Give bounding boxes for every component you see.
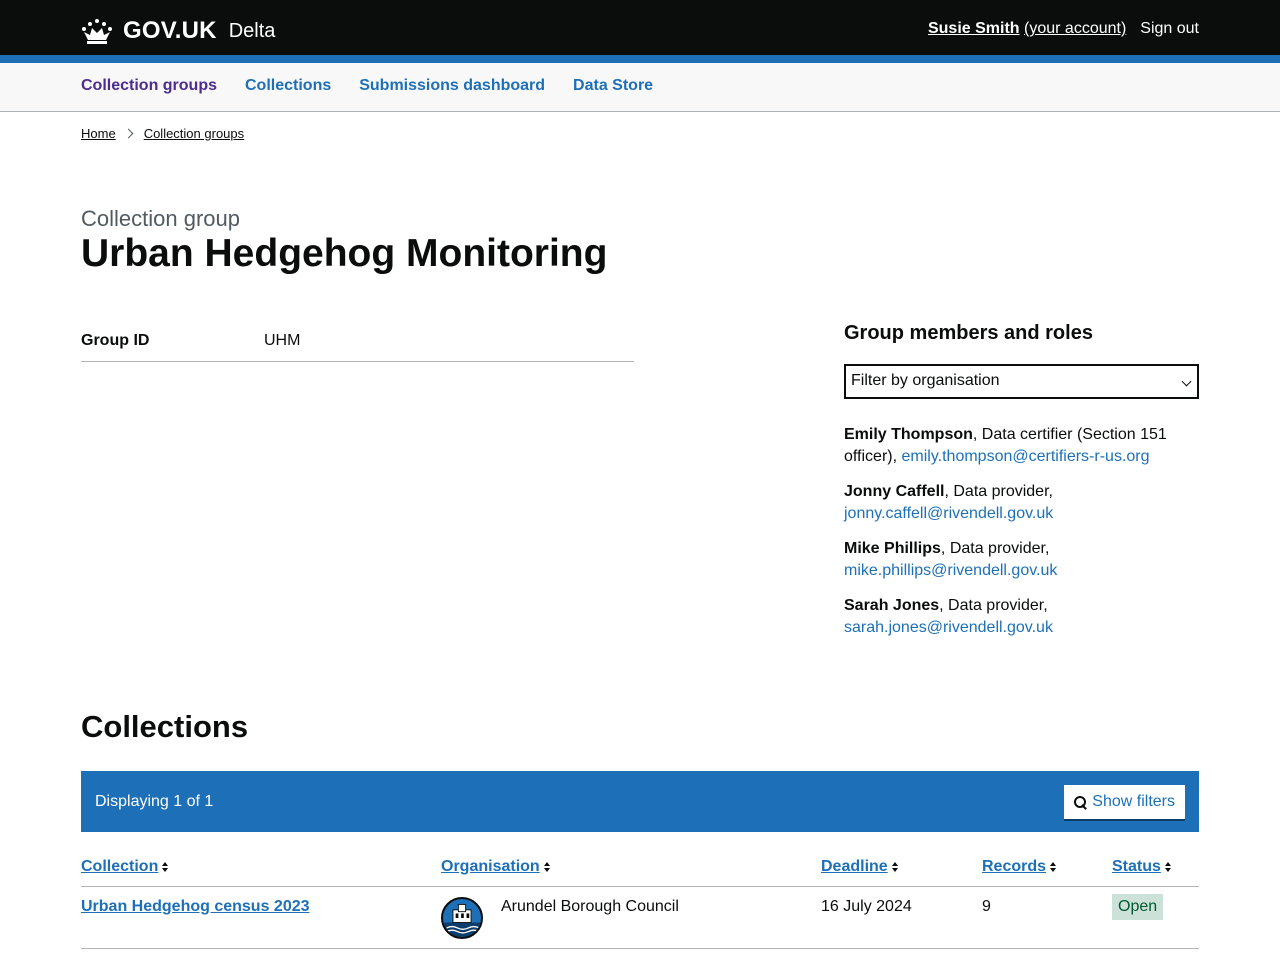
govuk-logo-link[interactable]: GOV.UK Delta [81, 17, 275, 45]
collection-link[interactable]: Urban Hedgehog census 2023 [81, 898, 310, 916]
nav-collection-groups[interactable]: Collection groups [81, 77, 217, 95]
nav-submissions-dashboard[interactable]: Submissions dashboard [359, 77, 545, 95]
sort-icon [1050, 861, 1057, 873]
members-heading: Group members and roles [844, 322, 1093, 344]
column-label: Organisation [441, 858, 540, 875]
account-links: Susie Smith (your account) Sign out [928, 20, 1199, 38]
status-badge: Open [1112, 894, 1164, 920]
column-label: Deadline [821, 858, 888, 875]
page-caption: Collection group [81, 206, 240, 231]
breadcrumb-home[interactable]: Home [81, 126, 116, 141]
nav-data-store[interactable]: Data Store [573, 77, 653, 95]
sort-icon [1164, 861, 1171, 873]
member-email-link[interactable]: jonny.caffell@rivendell.gov.uk [844, 505, 1053, 522]
organisation-name: Arundel Borough Council [501, 898, 679, 915]
sort-icon [162, 861, 169, 873]
chevron-down-icon [1181, 376, 1192, 387]
service-name: Delta [228, 19, 276, 42]
show-filters-label: Show filters [1092, 793, 1175, 810]
header-stripe [0, 55, 1280, 63]
sort-status-header[interactable]: Status [1112, 858, 1171, 876]
deadline-value: 16 July 2024 [821, 898, 912, 915]
column-label: Records [982, 858, 1047, 875]
member-name: Mike Phillips [844, 540, 941, 557]
column-label: Status [1112, 858, 1161, 875]
member-name: Jonny Caffell [844, 483, 945, 500]
organisation-filter-value: Filter by organisation [851, 372, 1000, 389]
crown-icon [82, 19, 112, 44]
collections-heading: Collections [81, 709, 249, 744]
sign-out-link[interactable]: Sign out [1140, 20, 1199, 38]
logo-text: GOV.UK [123, 17, 217, 44]
breadcrumb-collection-groups[interactable]: Collection groups [144, 126, 244, 141]
table-header: Collection Organisation Deadline Records… [81, 855, 1199, 887]
sort-collection-header[interactable]: Collection [81, 858, 169, 876]
chevron-right-icon [123, 128, 134, 139]
member-email-link[interactable]: sarah.jones@rivendell.gov.uk [844, 619, 1053, 636]
sort-records-header[interactable]: Records [982, 858, 1057, 876]
records-value: 9 [982, 898, 991, 915]
member-name: Emily Thompson [844, 426, 973, 443]
member-role: , Data provider, [939, 597, 1048, 614]
show-filters-button[interactable]: Show filters [1064, 785, 1185, 819]
your-account-label: (your account) [1024, 20, 1127, 37]
member-name: Sarah Jones [844, 597, 940, 614]
member-email-link[interactable]: mike.phillips@rivendell.gov.uk [844, 562, 1057, 579]
nav-collections[interactable]: Collections [245, 77, 331, 95]
summary-list: Group ID UHM [81, 327, 634, 362]
member-item: Jonny Caffell, Data provider, jonny.caff… [844, 481, 1199, 525]
collections-table: Collection Organisation Deadline Records… [81, 855, 1199, 949]
organisation-filter-select[interactable]: Filter by organisation [844, 364, 1199, 399]
sort-organisation-header[interactable]: Organisation [441, 858, 550, 876]
member-item: Mike Phillips, Data provider, mike.phill… [844, 538, 1199, 582]
member-role: , Data provider, [940, 540, 1050, 557]
member-item: Sarah Jones, Data provider, sarah.jones@… [844, 595, 1199, 639]
account-link[interactable]: Susie Smith (your account) [928, 20, 1126, 38]
user-name: Susie Smith [927, 20, 1020, 37]
page-title: Urban Hedgehog Monitoring [81, 232, 608, 275]
council-crest-icon [441, 897, 483, 939]
sort-deadline-header[interactable]: Deadline [821, 858, 898, 876]
breadcrumb: Home Collection groups [81, 126, 244, 141]
member-item: Emily Thompson, Data certifier (Section … [844, 424, 1199, 468]
site-header: GOV.UK Delta Susie Smith (your account) … [0, 0, 1280, 55]
collections-toolbar: Displaying 1 of 1 Show filters [81, 771, 1199, 832]
group-members-panel: Group members and roles Filter by organi… [844, 322, 1199, 639]
member-role: , Data provider, [944, 483, 1053, 500]
group-id-value: UHM [264, 332, 301, 349]
table-row: Urban Hedgehog census 2023 Arundel Borou… [81, 887, 1199, 949]
column-label: Collection [81, 858, 159, 875]
results-count: Displaying 1 of 1 [95, 793, 214, 810]
sort-icon [891, 861, 898, 873]
member-email-link[interactable]: emily.thompson@certifiers-r-us.org [902, 448, 1150, 465]
sort-icon [543, 861, 550, 873]
service-navigation: Collection groups Collections Submission… [0, 63, 1280, 112]
group-id-key: Group ID [81, 332, 150, 349]
search-icon [1074, 795, 1087, 809]
